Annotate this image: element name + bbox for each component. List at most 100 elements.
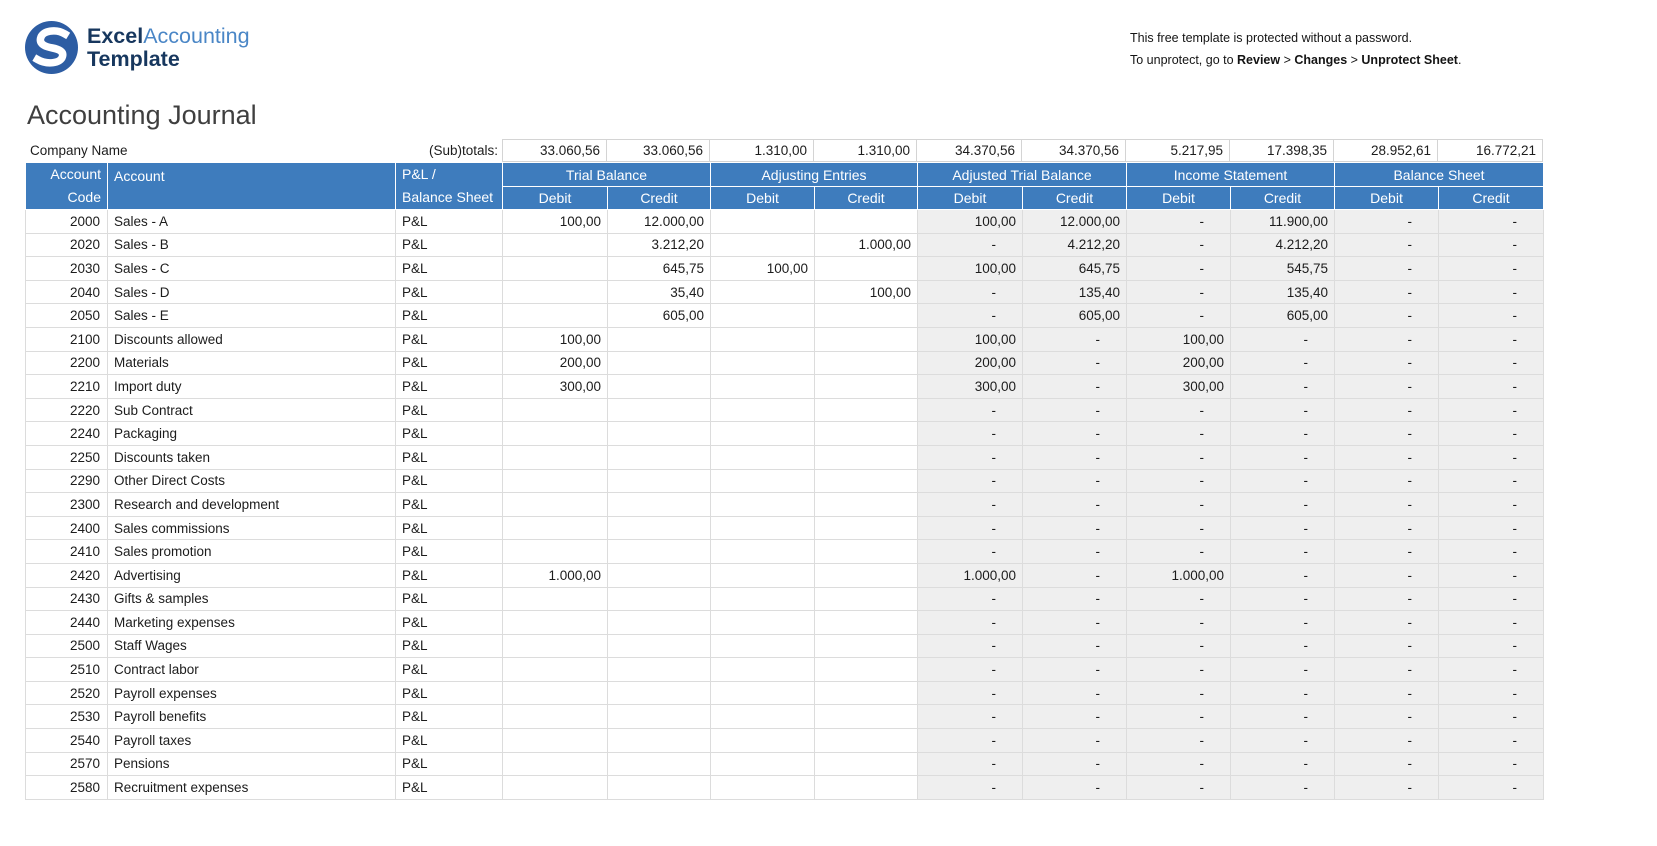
account-name-cell[interactable]: Advertising [108, 563, 396, 587]
pl-type-cell[interactable]: P&L [396, 398, 503, 422]
account-name-cell[interactable]: Other Direct Costs [108, 469, 396, 493]
account-name-cell[interactable]: Discounts allowed [108, 327, 396, 351]
account-name-cell[interactable]: Import duty [108, 375, 396, 399]
account-code-cell[interactable]: 2300 [26, 493, 108, 517]
ae-credit-cell[interactable] [815, 210, 918, 234]
account-name-cell[interactable]: Materials [108, 351, 396, 375]
tb-debit-cell[interactable]: 1.000,00 [503, 563, 608, 587]
ae-credit-cell[interactable] [815, 776, 918, 800]
account-name-cell[interactable]: Sub Contract [108, 398, 396, 422]
account-code-cell[interactable]: 2430 [26, 587, 108, 611]
tb-debit-cell[interactable] [503, 257, 608, 281]
account-name-cell[interactable]: Research and development [108, 493, 396, 517]
tb-debit-cell[interactable] [503, 445, 608, 469]
tb-credit-cell[interactable]: 12.000,00 [608, 210, 711, 234]
account-code-cell[interactable]: 2100 [26, 327, 108, 351]
tb-credit-cell[interactable]: 3.212,20 [608, 233, 711, 257]
tb-debit-cell[interactable] [503, 634, 608, 658]
tb-credit-cell[interactable]: 35,40 [608, 280, 711, 304]
ae-debit-cell[interactable] [711, 563, 815, 587]
pl-type-cell[interactable]: P&L [396, 493, 503, 517]
tb-debit-cell[interactable] [503, 540, 608, 564]
ae-credit-cell[interactable] [815, 327, 918, 351]
account-name-cell[interactable]: Sales - A [108, 210, 396, 234]
ae-credit-cell[interactable] [815, 658, 918, 682]
ae-debit-cell[interactable] [711, 327, 815, 351]
account-name-cell[interactable]: Sales promotion [108, 540, 396, 564]
account-code-cell[interactable]: 2290 [26, 469, 108, 493]
account-code-cell[interactable]: 2570 [26, 752, 108, 776]
ae-credit-cell[interactable] [815, 257, 918, 281]
ae-credit-cell[interactable] [815, 304, 918, 328]
ae-debit-cell[interactable] [711, 611, 815, 635]
pl-type-cell[interactable]: P&L [396, 375, 503, 399]
tb-debit-cell[interactable] [503, 469, 608, 493]
tb-debit-cell[interactable]: 200,00 [503, 351, 608, 375]
pl-type-cell[interactable]: P&L [396, 776, 503, 800]
account-name-cell[interactable]: Sales commissions [108, 516, 396, 540]
account-code-cell[interactable]: 2240 [26, 422, 108, 446]
tb-credit-cell[interactable] [608, 540, 711, 564]
account-code-cell[interactable]: 2500 [26, 634, 108, 658]
tb-credit-cell[interactable] [608, 752, 711, 776]
tb-debit-cell[interactable]: 100,00 [503, 327, 608, 351]
tb-debit-cell[interactable] [503, 233, 608, 257]
tb-debit-cell[interactable] [503, 304, 608, 328]
tb-credit-cell[interactable] [608, 681, 711, 705]
pl-type-cell[interactable]: P&L [396, 233, 503, 257]
tb-credit-cell[interactable] [608, 445, 711, 469]
tb-debit-cell[interactable] [503, 493, 608, 517]
ae-credit-cell[interactable] [815, 445, 918, 469]
account-name-cell[interactable]: Sales - B [108, 233, 396, 257]
tb-credit-cell[interactable] [608, 422, 711, 446]
pl-type-cell[interactable]: P&L [396, 351, 503, 375]
ae-credit-cell[interactable] [815, 351, 918, 375]
pl-type-cell[interactable]: P&L [396, 469, 503, 493]
account-code-cell[interactable]: 2440 [26, 611, 108, 635]
ae-debit-cell[interactable] [711, 658, 815, 682]
tb-credit-cell[interactable] [608, 493, 711, 517]
tb-credit-cell[interactable] [608, 327, 711, 351]
tb-debit-cell[interactable] [503, 516, 608, 540]
company-name-cell[interactable]: Company Name [30, 143, 128, 158]
ae-debit-cell[interactable] [711, 304, 815, 328]
ae-credit-cell[interactable]: 1.000,00 [815, 233, 918, 257]
account-code-cell[interactable]: 2510 [26, 658, 108, 682]
pl-type-cell[interactable]: P&L [396, 681, 503, 705]
account-code-cell[interactable]: 2400 [26, 516, 108, 540]
tb-debit-cell[interactable] [503, 729, 608, 753]
tb-debit-cell[interactable] [503, 705, 608, 729]
tb-debit-cell[interactable] [503, 587, 608, 611]
ae-credit-cell[interactable] [815, 540, 918, 564]
pl-type-cell[interactable]: P&L [396, 563, 503, 587]
tb-debit-cell[interactable]: 100,00 [503, 210, 608, 234]
pl-type-cell[interactable]: P&L [396, 587, 503, 611]
ae-debit-cell[interactable] [711, 469, 815, 493]
account-name-cell[interactable]: Sales - D [108, 280, 396, 304]
pl-type-cell[interactable]: P&L [396, 516, 503, 540]
ae-debit-cell[interactable]: 100,00 [711, 257, 815, 281]
ae-credit-cell[interactable] [815, 587, 918, 611]
account-name-cell[interactable]: Staff Wages [108, 634, 396, 658]
tb-credit-cell[interactable]: 645,75 [608, 257, 711, 281]
tb-debit-cell[interactable]: 300,00 [503, 375, 608, 399]
ae-credit-cell[interactable] [815, 469, 918, 493]
ae-debit-cell[interactable] [711, 210, 815, 234]
tb-credit-cell[interactable] [608, 611, 711, 635]
pl-type-cell[interactable]: P&L [396, 729, 503, 753]
ae-debit-cell[interactable] [711, 375, 815, 399]
ae-credit-cell[interactable] [815, 375, 918, 399]
tb-credit-cell[interactable] [608, 351, 711, 375]
account-code-cell[interactable]: 2530 [26, 705, 108, 729]
account-code-cell[interactable]: 2580 [26, 776, 108, 800]
ae-credit-cell[interactable] [815, 493, 918, 517]
account-code-cell[interactable]: 2210 [26, 375, 108, 399]
account-name-cell[interactable]: Gifts & samples [108, 587, 396, 611]
account-name-cell[interactable]: Sales - C [108, 257, 396, 281]
ae-debit-cell[interactable] [711, 280, 815, 304]
pl-type-cell[interactable]: P&L [396, 445, 503, 469]
pl-type-cell[interactable]: P&L [396, 257, 503, 281]
ae-credit-cell[interactable] [815, 516, 918, 540]
account-name-cell[interactable]: Contract labor [108, 658, 396, 682]
account-code-cell[interactable]: 2050 [26, 304, 108, 328]
